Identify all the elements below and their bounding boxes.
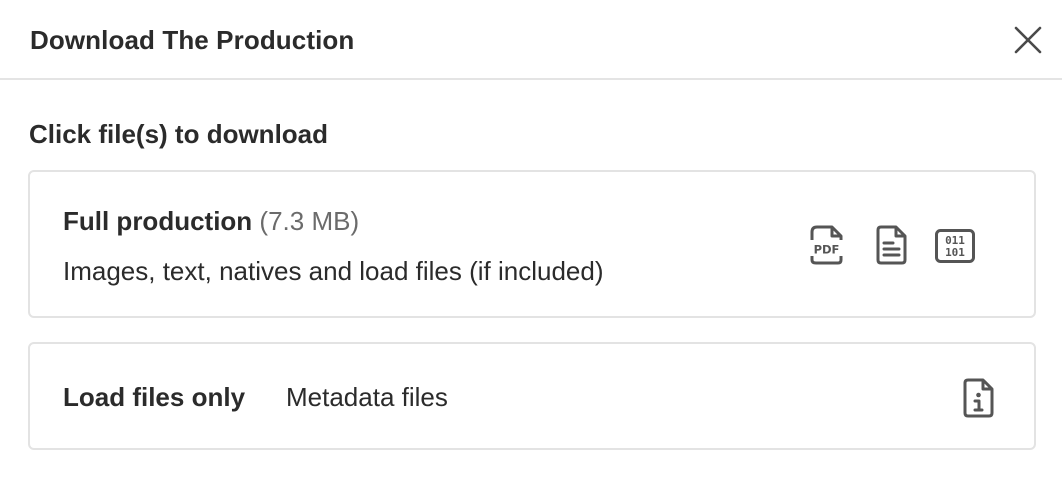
dialog-header: Download The Production	[0, 0, 1062, 80]
close-button[interactable]	[1010, 22, 1046, 58]
load-files-card[interactable]: Load files only Metadata files	[28, 342, 1036, 450]
full-production-card[interactable]: Full production (7.3 MB) Images, text, n…	[28, 170, 1036, 318]
full-production-name: Full production	[63, 206, 253, 236]
dialog-title: Download The Production	[30, 25, 355, 55]
load-files-description: Metadata files	[286, 382, 448, 412]
info-file-icon[interactable]	[960, 377, 996, 419]
pdf-file-icon[interactable]: PDF	[808, 224, 846, 266]
full-production-size: (7.3 MB)	[259, 206, 360, 236]
text-file-icon[interactable]	[873, 224, 909, 266]
close-icon	[1014, 26, 1042, 54]
download-dialog: Download The Production Click file(s) to…	[0, 0, 1062, 478]
full-production-title: Full production (7.3 MB)	[63, 206, 359, 237]
svg-text:101: 101	[945, 246, 965, 259]
svg-text:PDF: PDF	[814, 243, 840, 257]
full-production-description: Images, text, natives and load files (if…	[63, 256, 604, 286]
load-files-name: Load files only	[63, 382, 246, 412]
section-heading: Click file(s) to download	[29, 119, 329, 149]
binary-file-icon[interactable]: 011 101	[934, 228, 976, 264]
